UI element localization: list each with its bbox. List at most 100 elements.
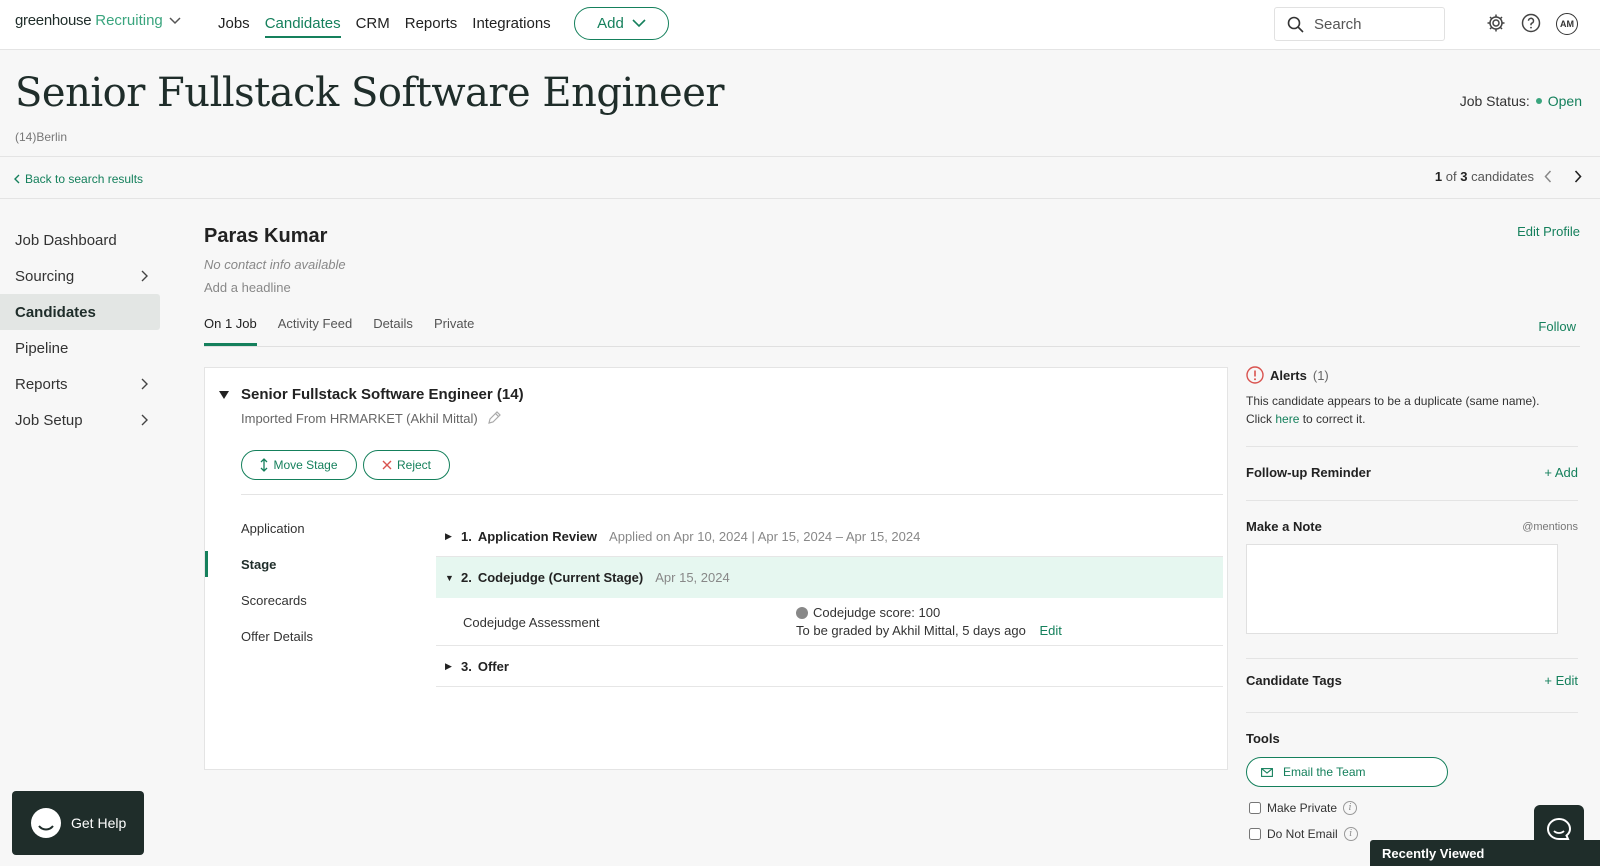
- get-help-label: Get Help: [71, 815, 127, 831]
- collapse-triangle-icon[interactable]: [219, 390, 229, 399]
- subnav-offer-details[interactable]: Offer Details: [205, 618, 405, 654]
- sidebar-item-label: Reports: [15, 375, 68, 393]
- chevron-right-icon: [141, 378, 148, 390]
- chevron-down-icon[interactable]: [169, 16, 181, 25]
- contact-info: No contact info available: [204, 257, 346, 272]
- assessment-name: Codejudge Assessment: [463, 615, 600, 630]
- stage-number: 1.: [461, 528, 472, 544]
- nav-link-integrations[interactable]: Integrations: [472, 15, 550, 38]
- tab-on-job[interactable]: On 1 Job: [204, 316, 257, 346]
- stage-number: 2.: [461, 570, 472, 585]
- reject-label: Reject: [396, 458, 431, 472]
- application-header[interactable]: Senior Fullstack Software Engineer (14): [219, 386, 524, 403]
- make-private-checkbox[interactable]: [1249, 802, 1261, 814]
- gear-icon[interactable]: [1486, 13, 1506, 33]
- alerts-title: Alerts: [1270, 367, 1307, 383]
- stage-row-codejudge[interactable]: ▼ 2. Codejudge (Current Stage) Apr 15, 2…: [436, 557, 1223, 598]
- stage-meta: Apr 15, 2024: [655, 570, 730, 585]
- tools-section: Tools Email the Team Make Private i Do N…: [1246, 712, 1578, 841]
- reject-button[interactable]: Reject: [363, 450, 450, 480]
- application-source: Imported From HRMARKET (Akhil Mittal): [241, 410, 502, 426]
- job-sidebar: Job Dashboard Sourcing Candidates Pipeli…: [0, 222, 160, 438]
- chevron-down-icon: [632, 19, 646, 28]
- note-title: Make a Note: [1246, 519, 1322, 534]
- sidebar-item-sourcing[interactable]: Sourcing: [0, 258, 160, 294]
- sidebar-item-label: Candidates: [15, 303, 96, 321]
- note-textarea[interactable]: [1246, 544, 1558, 634]
- search-input[interactable]: [1314, 15, 1424, 33]
- divider: [0, 156, 1600, 157]
- prev-candidate-icon[interactable]: [1544, 170, 1552, 183]
- sidebar-item-label: Sourcing: [15, 267, 75, 285]
- subnav-scorecards[interactable]: Scorecards: [205, 582, 405, 618]
- job-status-value[interactable]: Open: [1548, 93, 1582, 109]
- edit-tags-button[interactable]: + Edit: [1544, 673, 1578, 688]
- job-status: Job Status: Open: [1460, 93, 1582, 109]
- edit-profile-link[interactable]: Edit Profile: [1517, 224, 1580, 239]
- sidebar-item-job-dashboard[interactable]: Job Dashboard: [0, 222, 160, 258]
- expand-triangle-icon: ▶: [445, 530, 452, 541]
- note-section: Make a Note @mentions: [1246, 500, 1578, 658]
- brand-product: Recruiting: [95, 12, 163, 29]
- candidate-tabs: On 1 Job Activity Feed Details Private: [204, 316, 495, 346]
- expand-triangle-icon: ▶: [445, 660, 452, 671]
- mentions-hint: @mentions: [1522, 520, 1578, 533]
- info-icon[interactable]: i: [1343, 827, 1358, 841]
- avatar[interactable]: AM: [1556, 13, 1578, 35]
- assessment-row: Codejudge Assessment Codejudge score: 10…: [436, 598, 1223, 646]
- chat-bubble-icon: [30, 807, 62, 839]
- alert-line-1: This candidate appears to be a duplicate…: [1246, 394, 1540, 408]
- app-logo[interactable]: greenhouse Recruiting: [15, 12, 181, 29]
- job-subtitle: (14)Berlin: [15, 130, 68, 144]
- pencil-icon[interactable]: [486, 410, 502, 426]
- get-help-button[interactable]: Get Help: [12, 791, 144, 855]
- nav-link-reports[interactable]: Reports: [405, 15, 458, 38]
- add-followup-button[interactable]: + Add: [1544, 465, 1578, 480]
- alerts-header: Alerts (1): [1246, 362, 1578, 384]
- nav-link-candidates[interactable]: Candidates: [264, 15, 341, 38]
- assessment-score-text: Codejudge score: 100: [813, 605, 941, 620]
- stage-name: Application Review: [477, 528, 598, 544]
- move-stage-button[interactable]: Move Stage: [241, 450, 357, 480]
- sidebar-item-reports[interactable]: Reports: [0, 366, 160, 402]
- search-box[interactable]: [1274, 7, 1445, 41]
- follow-link[interactable]: Follow: [1538, 319, 1576, 334]
- stage-number: 3.: [461, 658, 472, 674]
- help-icon[interactable]: [1521, 13, 1541, 33]
- email-team-label: Email the Team: [1283, 765, 1366, 779]
- tags-section: Candidate Tags + Edit: [1246, 658, 1578, 712]
- make-private-label: Make Private: [1267, 801, 1338, 815]
- stage-row-application-review[interactable]: ▶ 1. Application Review Applied on Apr 1…: [436, 516, 1223, 557]
- assessment-score: Codejudge score: 100: [796, 605, 940, 620]
- tab-private[interactable]: Private: [434, 316, 474, 346]
- add-headline[interactable]: Add a headline: [204, 280, 291, 295]
- back-to-search-link[interactable]: Back to search results: [14, 172, 143, 186]
- do-not-email-option[interactable]: Do Not Email i: [1246, 827, 1578, 841]
- chevron-right-icon: [141, 270, 148, 282]
- sidebar-item-job-setup[interactable]: Job Setup: [0, 402, 160, 438]
- tab-details[interactable]: Details: [373, 316, 413, 346]
- nav-link-jobs[interactable]: Jobs: [218, 15, 250, 38]
- assessment-edit-link[interactable]: Edit: [1039, 623, 1061, 638]
- subnav-application[interactable]: Application: [205, 510, 405, 546]
- chat-launcher-button[interactable]: [1534, 805, 1584, 855]
- info-icon[interactable]: i: [1343, 801, 1358, 815]
- alert-fix-link[interactable]: here: [1275, 412, 1299, 426]
- stage-row-offer[interactable]: ▶ 3. Offer: [436, 646, 1223, 687]
- main-nav: Jobs Candidates CRM Reports Integrations: [218, 15, 566, 38]
- nav-link-crm[interactable]: CRM: [356, 15, 390, 38]
- next-candidate-icon[interactable]: [1574, 170, 1582, 183]
- add-button[interactable]: Add: [574, 7, 669, 40]
- stage-meta: Applied on Apr 10, 2024 | Apr 15, 2024 –…: [609, 528, 921, 544]
- move-stage-label: Move Stage: [273, 458, 338, 472]
- sidebar-item-candidates[interactable]: Candidates: [0, 294, 160, 330]
- alert-message: This candidate appears to be a duplicate…: [1246, 392, 1578, 428]
- pager-text: 1 of 3 candidates: [1434, 169, 1534, 184]
- make-private-option[interactable]: Make Private i: [1246, 801, 1578, 815]
- sidebar-item-pipeline[interactable]: Pipeline: [0, 330, 160, 366]
- subnav-stage[interactable]: Stage: [205, 546, 405, 582]
- right-panel: Alerts (1) This candidate appears to be …: [1246, 362, 1578, 841]
- email-team-button[interactable]: Email the Team: [1246, 757, 1448, 787]
- tab-activity-feed[interactable]: Activity Feed: [278, 316, 352, 346]
- do-not-email-checkbox[interactable]: [1249, 828, 1261, 840]
